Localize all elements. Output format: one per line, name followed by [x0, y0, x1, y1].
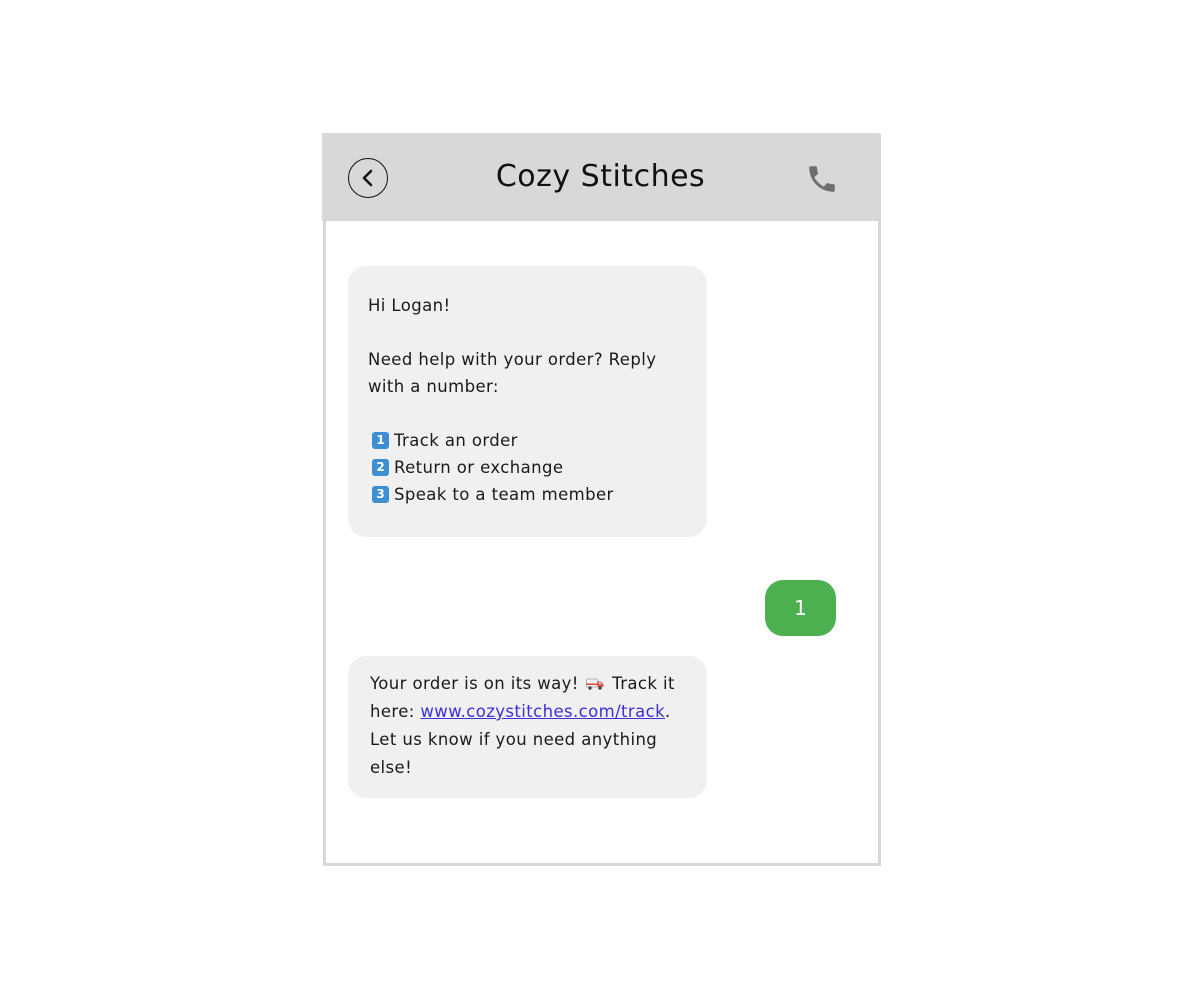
outgoing-message: 1	[765, 580, 836, 636]
delivery-truck-icon	[586, 678, 604, 690]
message-text: Track it	[612, 674, 675, 693]
tracking-link[interactable]: www.cozystitches.com/track	[420, 702, 665, 721]
message-text: .	[665, 702, 671, 721]
chat-header: Cozy Stitches	[322, 133, 879, 221]
message-greeting: Hi Logan!	[368, 296, 451, 315]
incoming-message: Hi Logan! Need help with your order? Rep…	[348, 266, 707, 537]
menu-option-label: Return or exchange	[394, 458, 564, 477]
keycap-number-icon: 2	[372, 459, 389, 476]
message-text: Your order is on its way!	[370, 674, 579, 693]
phone-icon	[809, 166, 835, 192]
menu-option-label: Speak to a team member	[394, 485, 614, 504]
menu-option: 2 Return or exchange	[368, 454, 687, 481]
message-text: Need help with your order? Reply	[368, 350, 657, 369]
call-button[interactable]	[805, 162, 839, 196]
incoming-message: Your order is on its way! Track it here:…	[348, 656, 707, 798]
message-text: with a number:	[368, 377, 499, 396]
menu-option: 1 Track an order	[368, 427, 687, 454]
keycap-number-icon: 1	[372, 432, 389, 449]
message-text: Let us know if you need anything	[370, 730, 658, 749]
contact-name: Cozy Stitches	[495, 159, 706, 194]
message-text: else!	[370, 758, 413, 777]
message-text: here:	[370, 702, 415, 721]
menu-option-label: Track an order	[394, 431, 518, 450]
menu-option: 3 Speak to a team member	[368, 481, 687, 508]
keycap-number-icon: 3	[372, 486, 389, 503]
